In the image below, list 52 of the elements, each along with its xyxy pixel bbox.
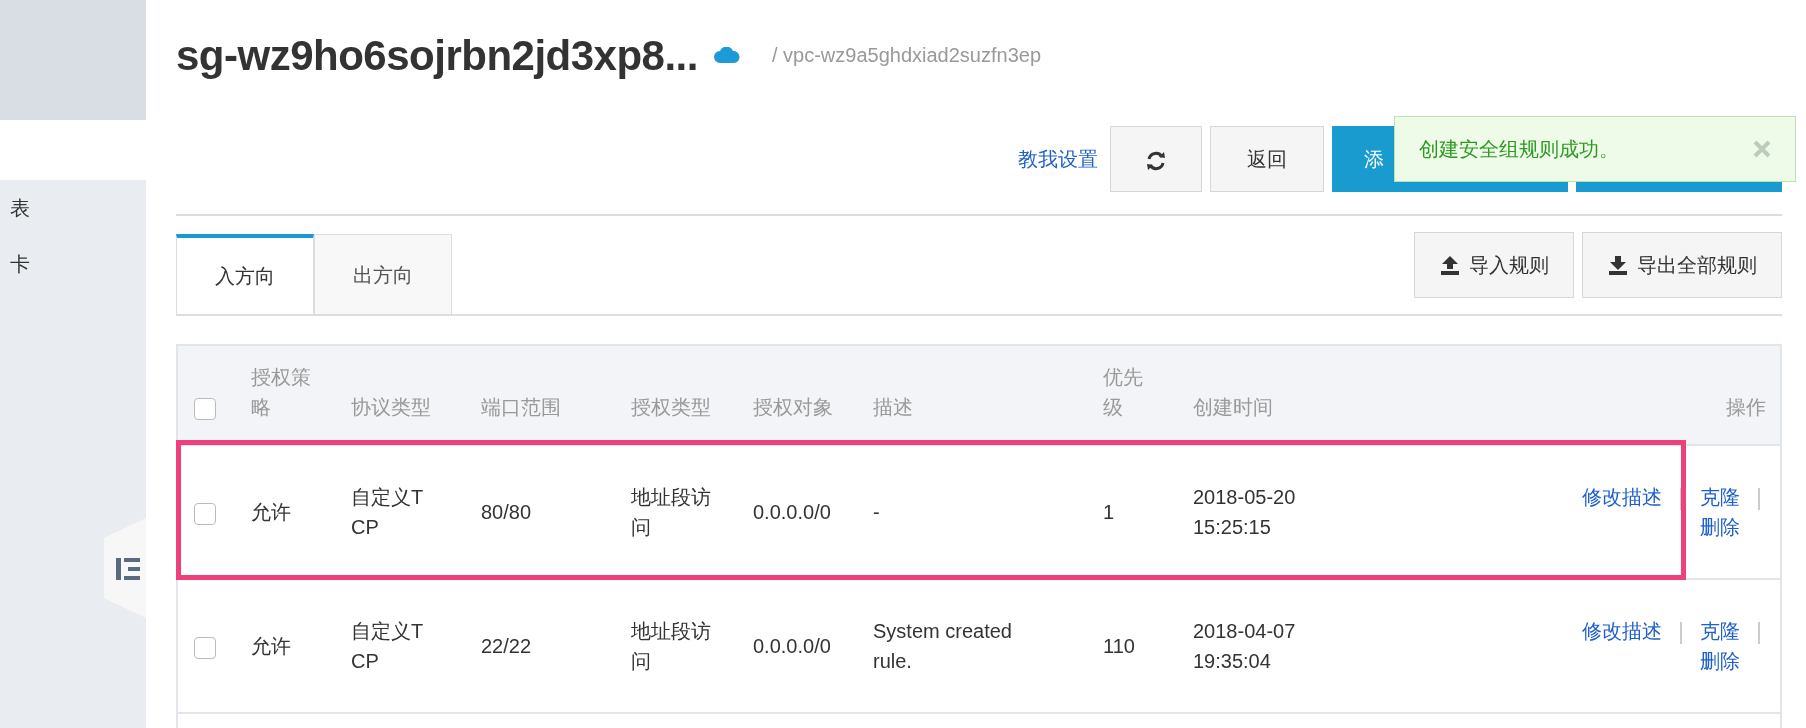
table-cell-text: 地址段访问 <box>631 485 712 540</box>
column-header: 端口范围 <box>481 395 561 420</box>
column-header: 创建时间 <box>1193 395 1273 420</box>
cloud-icon <box>713 47 740 63</box>
direction-tab[interactable]: 出方向 <box>314 234 452 314</box>
column-header: 授权策略 <box>251 365 312 420</box>
download-icon <box>1607 254 1629 276</box>
back-button[interactable]: 返回 <box>1210 126 1324 192</box>
table-cell-text: 自定义TCP <box>351 619 425 674</box>
table-cell-text: 地址段访问 <box>631 619 712 674</box>
table-cell-text: 80/80 <box>481 500 532 525</box>
table-cell-text: 允许 <box>251 634 291 659</box>
toast-message: 创建安全组规则成功。 <box>1419 137 1619 162</box>
breadcrumb: / vpc-wz9a5ghdxiad2suzfn3ep <box>771 43 1042 68</box>
page-title: sg-wz9ho6sojrbn2jd3xp8... <box>176 30 698 81</box>
table-cell-text: System created rule. <box>873 619 1013 674</box>
select-all-checkbox[interactable] <box>194 397 216 420</box>
sidebar-item[interactable]: 卡 <box>0 236 146 292</box>
sidebar-item[interactable]: 表 <box>0 180 146 236</box>
column-header: 授权类型 <box>631 395 711 420</box>
column-header: 优先级 <box>1103 365 1144 420</box>
export-button[interactable]: 导出全部规则 <box>1582 232 1782 298</box>
column-header: 协议类型 <box>351 395 431 420</box>
table-cell-text: 110 <box>1103 634 1135 659</box>
clone-link[interactable]: 克隆 <box>1700 486 1740 508</box>
column-header: 授权对象 <box>753 395 833 420</box>
sidebar-toggle[interactable] <box>104 518 146 618</box>
edit-description-link[interactable]: 修改描述 <box>1582 486 1662 508</box>
row-checkbox[interactable] <box>194 636 216 659</box>
table-cell-text: 0.0.0.0/0 <box>753 634 831 659</box>
refresh-button[interactable] <box>1110 126 1202 192</box>
table-cell-text: 2018-05-20 15:25:15 <box>1193 485 1297 540</box>
refresh-icon <box>1145 149 1167 172</box>
import-button[interactable]: 导入规则 <box>1414 232 1574 298</box>
upload-icon <box>1439 254 1461 276</box>
table-cell-text: 允许 <box>251 500 291 525</box>
table-cell-text: 1 <box>1103 500 1115 525</box>
clone-link[interactable]: 克隆 <box>1700 620 1740 642</box>
help-link[interactable]: 教我设置 <box>1018 144 1098 174</box>
delete-link[interactable]: 删除 <box>1700 650 1740 672</box>
table-cell-text: 22/22 <box>481 634 532 659</box>
table-cell-text: - <box>873 500 880 525</box>
table-cell-text: 自定义TCP <box>351 485 425 540</box>
close-icon[interactable] <box>1753 140 1771 158</box>
direction-tab[interactable]: 入方向 <box>176 234 314 314</box>
column-header: 操作 <box>1726 395 1766 420</box>
column-header: 描述 <box>873 395 913 420</box>
row-checkbox[interactable] <box>194 502 216 525</box>
edit-description-link[interactable]: 修改描述 <box>1582 620 1662 642</box>
delete-link[interactable]: 删除 <box>1700 516 1740 538</box>
table-cell-text: 2018-04-07 19:35:04 <box>1193 619 1297 674</box>
table-cell-text: 0.0.0.0/0 <box>753 500 831 525</box>
